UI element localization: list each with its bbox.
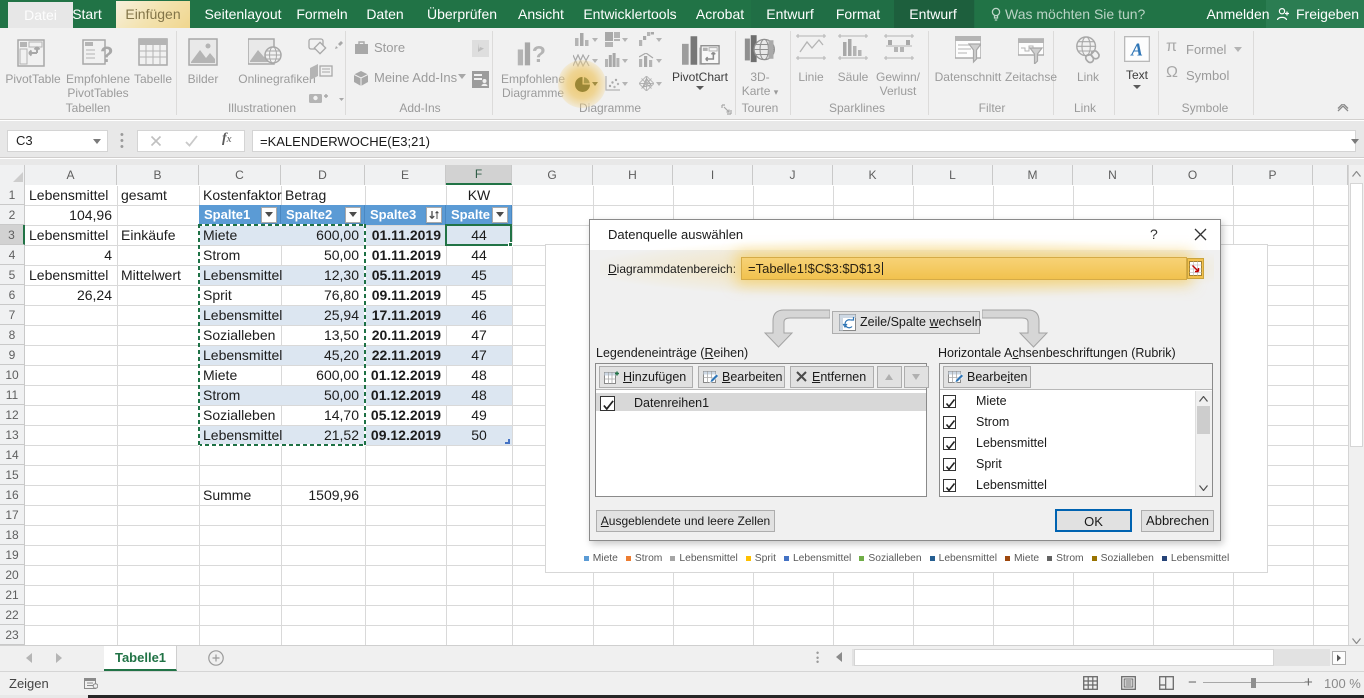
svg-text:?: ? [532,41,546,67]
svg-text:A: A [1130,40,1143,60]
svg-text:?: ? [100,42,113,67]
